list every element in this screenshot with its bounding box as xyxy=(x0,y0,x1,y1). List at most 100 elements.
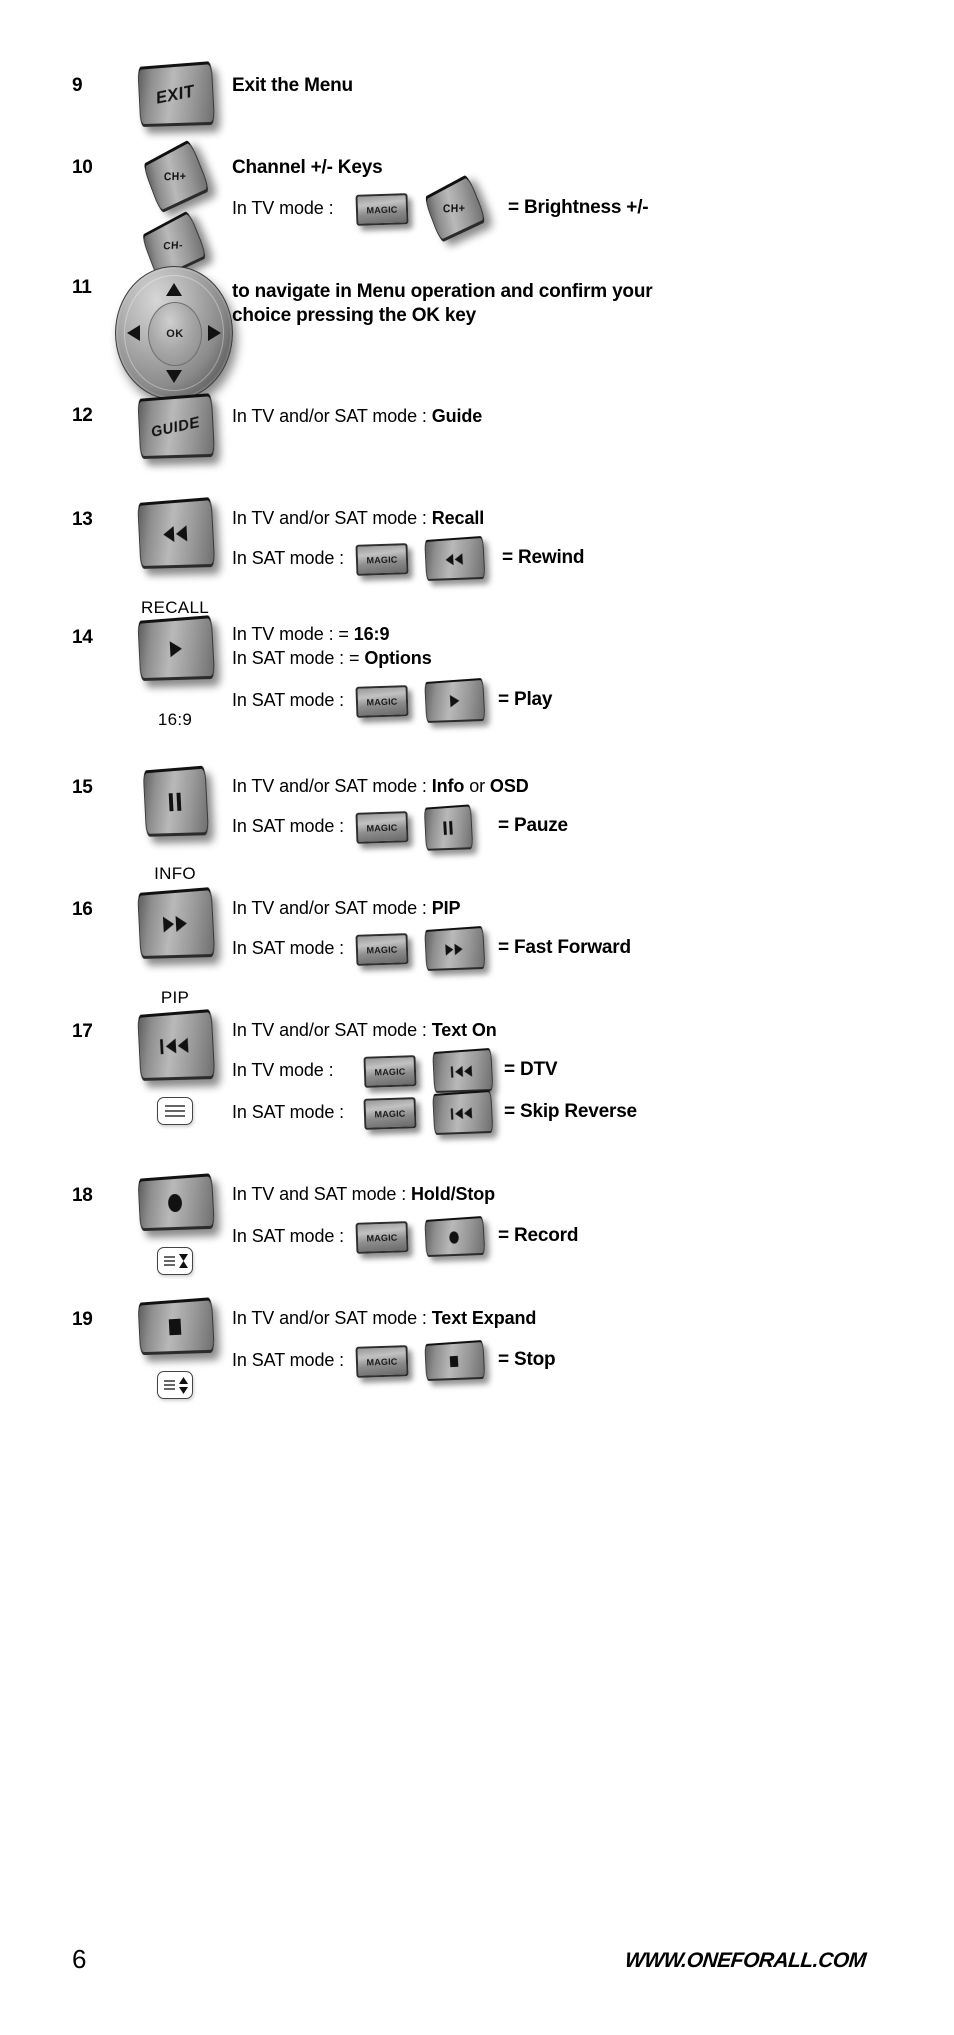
combo-channel-up-label: CH+ xyxy=(442,202,466,216)
manual-page: 9 EXIT Exit the Menu 10 CH+ CH- Channel … xyxy=(0,0,954,2035)
text-expand-key[interactable] xyxy=(137,1297,215,1356)
combo-play-key-face xyxy=(424,677,486,723)
magic-key-label: MAGIC xyxy=(366,695,398,708)
play-icon xyxy=(425,680,484,721)
guide-key[interactable]: GUIDE xyxy=(137,393,216,460)
magic-key[interactable]: MAGIC xyxy=(355,1345,409,1378)
row-13-prefix: In TV and/or SAT mode : xyxy=(232,508,432,528)
key-column: 16:9 xyxy=(120,615,230,728)
teletext-lines-icon-svg xyxy=(165,1105,185,1117)
row-12-bold: Guide xyxy=(431,406,483,426)
pause-icon-svg xyxy=(168,792,182,812)
row-19-mode-label: In SAT mode : xyxy=(232,1350,345,1370)
row-12-prefix: In TV and/or SAT mode : xyxy=(232,406,432,426)
record-icon-svg xyxy=(449,1230,460,1244)
rewind-icon xyxy=(138,500,214,566)
ok-key-label: OK xyxy=(166,328,184,340)
magic-key-label: MAGIC xyxy=(366,821,398,834)
play-key[interactable] xyxy=(137,615,216,682)
info-key[interactable] xyxy=(142,765,210,837)
hold-stop-key[interactable] xyxy=(137,1173,215,1232)
row-15-bold2: OSD xyxy=(489,776,529,796)
stop-icon xyxy=(139,1300,214,1352)
magic-key[interactable]: MAGIC xyxy=(355,543,409,576)
row-12-description: In TV and/or SAT mode : Guide xyxy=(232,404,482,428)
magic-key[interactable]: MAGIC xyxy=(355,685,409,718)
key-column: RECALL xyxy=(120,496,230,617)
row-number: 14 xyxy=(72,627,93,648)
skip-reverse-icon xyxy=(433,1050,492,1091)
navigation-ring[interactable]: OK xyxy=(115,266,233,400)
combo-stop-key[interactable] xyxy=(424,1339,486,1382)
skip-reverse-icon-svg xyxy=(450,1064,473,1078)
key-column: PIP xyxy=(120,886,230,1006)
row-19-line1: In TV and/or SAT mode : Text Expand xyxy=(232,1306,536,1330)
row-15-mode-label: In SAT mode : xyxy=(232,816,345,836)
fast-forward-icon-svg xyxy=(445,942,463,956)
combo-fast-forward-key[interactable] xyxy=(424,925,486,971)
info-key-caption: INFO xyxy=(154,864,196,883)
record-icon-svg xyxy=(167,1193,183,1213)
combo-skip-reverse-face-tv xyxy=(432,1047,494,1093)
magic-key[interactable]: MAGIC xyxy=(355,193,409,226)
combo-fast-forward-key-face xyxy=(424,925,486,971)
combo-skip-reverse-key-tv[interactable] xyxy=(432,1047,494,1093)
row-17-mode-label-sat: In SAT mode : xyxy=(232,1102,345,1122)
row-10-mode-label: In TV mode : xyxy=(232,198,334,218)
combo-skip-reverse-key-sat[interactable] xyxy=(432,1089,494,1135)
text-on-key[interactable] xyxy=(137,1008,216,1081)
magic-key[interactable]: MAGIC xyxy=(363,1055,417,1088)
key-column xyxy=(120,1173,230,1279)
row-16-prefix: In TV and/or SAT mode : xyxy=(232,898,432,918)
row-13-mode-label: In SAT mode : xyxy=(232,548,345,568)
play-icon-svg xyxy=(169,640,183,658)
combo-channel-up-key[interactable]: CH+ xyxy=(423,173,488,244)
recall-key-caption: RECALL xyxy=(141,598,209,617)
combo-rewind-key-face xyxy=(424,535,486,581)
row-17-result-sat: = Skip Reverse xyxy=(504,1101,637,1122)
combo-play-key[interactable] xyxy=(424,677,486,723)
row-14-line2: In SAT mode : = Options xyxy=(232,646,432,670)
stop-icon-svg xyxy=(168,1318,182,1336)
arrow-up-icon[interactable] xyxy=(166,283,182,296)
row-17-mode-label-tv: In TV mode : xyxy=(232,1060,334,1080)
magic-key[interactable]: MAGIC xyxy=(355,811,409,844)
combo-pause-key-face xyxy=(423,804,474,851)
magic-key-label: MAGIC xyxy=(374,1065,406,1078)
play-icon-svg xyxy=(449,694,460,708)
magic-key[interactable]: MAGIC xyxy=(363,1097,417,1130)
row-15-line1: In TV and/or SAT mode : Info or OSD xyxy=(232,774,529,798)
pip-key[interactable] xyxy=(137,886,216,959)
row-18-bold: Hold/Stop xyxy=(411,1184,496,1204)
combo-skip-reverse-face-sat xyxy=(432,1089,494,1135)
row-16-bold: PIP xyxy=(431,898,461,918)
arrow-down-icon[interactable] xyxy=(166,370,182,383)
combo-pause-key[interactable] xyxy=(423,804,474,851)
exit-key[interactable]: EXIT xyxy=(137,61,216,128)
arrow-right-icon[interactable] xyxy=(208,325,221,341)
row-14-bold2: Options xyxy=(364,648,432,668)
row-9-description: Exit the Menu xyxy=(232,75,353,96)
channel-up-key[interactable]: CH+ xyxy=(142,138,211,214)
key-column: GUIDE xyxy=(120,393,230,463)
record-icon xyxy=(139,1176,214,1228)
key-column: INFO xyxy=(120,765,230,883)
magic-key[interactable]: MAGIC xyxy=(355,933,409,966)
row-17-line1: In TV and/or SAT mode : Text On xyxy=(232,1018,497,1042)
key-column: EXIT xyxy=(120,61,230,131)
arrow-left-icon[interactable] xyxy=(127,325,140,341)
ok-key[interactable]: OK xyxy=(148,302,202,366)
combo-record-key[interactable] xyxy=(424,1215,486,1258)
rewind-icon-svg xyxy=(445,552,463,566)
recall-key[interactable] xyxy=(137,496,216,569)
magic-key[interactable]: MAGIC xyxy=(355,1221,409,1254)
stop-icon-svg xyxy=(449,1355,459,1367)
combo-rewind-key[interactable] xyxy=(424,535,486,581)
row-13-line1: In TV and/or SAT mode : Recall xyxy=(232,506,484,530)
guide-key-label: GUIDE xyxy=(149,413,202,441)
magic-key-label: MAGIC xyxy=(366,1355,398,1368)
rewind-icon-svg xyxy=(162,525,188,543)
row-11-line2: choice pressing the OK key xyxy=(232,305,476,326)
row-18-result: = Record xyxy=(498,1225,579,1246)
pause-icon xyxy=(425,806,472,848)
